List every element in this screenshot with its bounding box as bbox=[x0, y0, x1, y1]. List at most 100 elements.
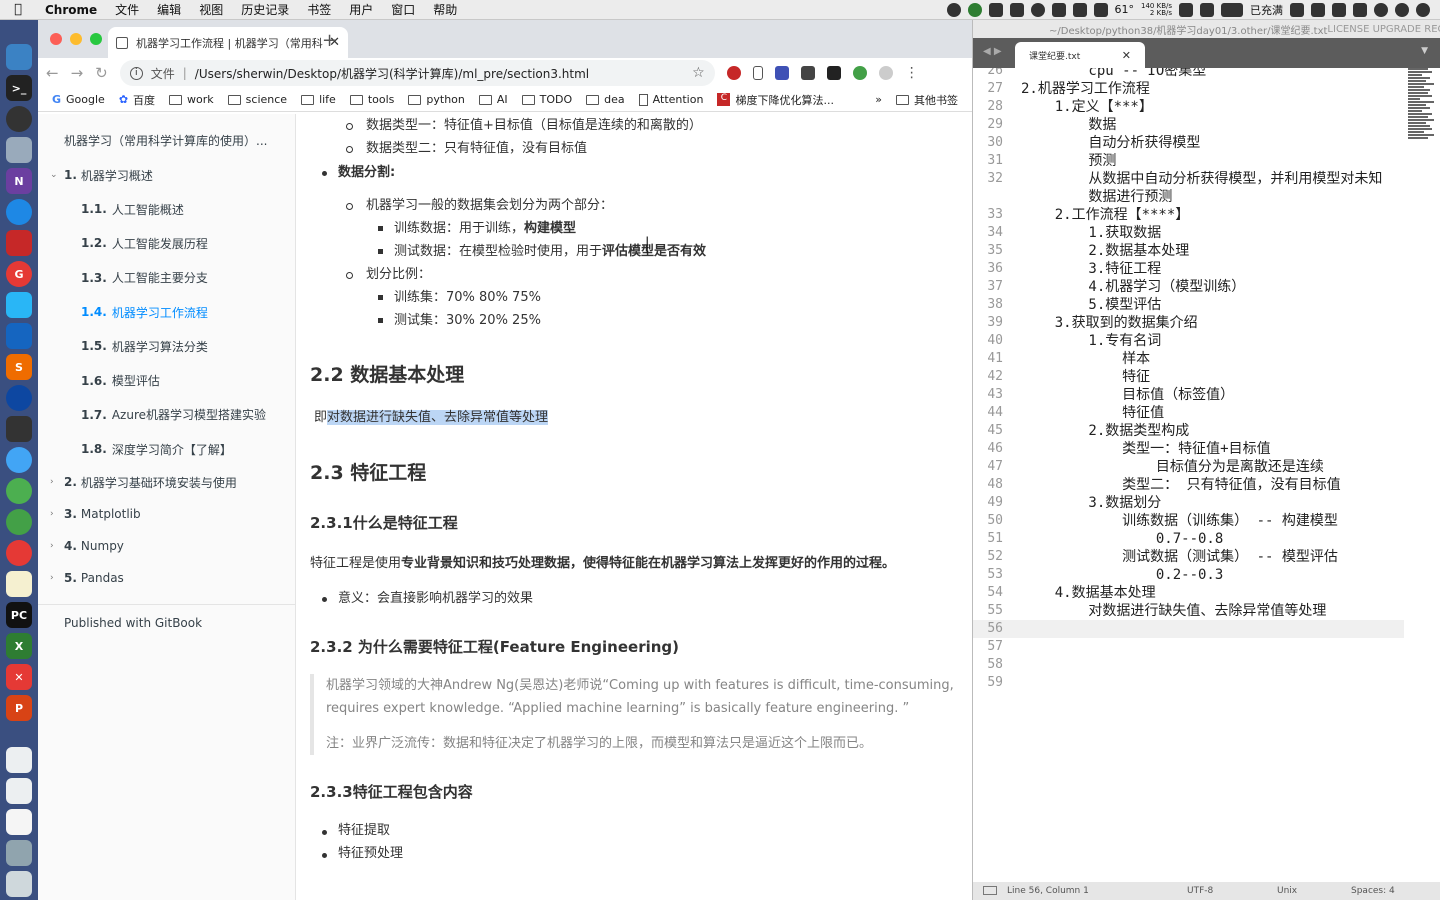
sidebar-item-1-6[interactable]: 1.6. 模型评估 bbox=[38, 363, 295, 397]
safari-icon[interactable] bbox=[6, 447, 32, 473]
chrome-icon[interactable] bbox=[6, 478, 32, 504]
bookmark-folder-todo[interactable]: TODO bbox=[521, 93, 572, 106]
notification-icon[interactable] bbox=[1416, 2, 1430, 17]
code-line[interactable]: 51 0.7--0.8 bbox=[973, 530, 1440, 548]
star-icon[interactable]: ☆ bbox=[692, 65, 705, 81]
status-icon-6[interactable] bbox=[1072, 2, 1087, 17]
code-line[interactable]: 57 bbox=[973, 638, 1440, 656]
bookmark-folder-dea[interactable]: dea bbox=[586, 93, 625, 106]
code-line[interactable]: 29 数据 bbox=[973, 116, 1440, 134]
code-line[interactable]: 31 预测 bbox=[973, 152, 1440, 170]
status-icon-11[interactable] bbox=[1311, 2, 1325, 17]
bookmark-baidu[interactable]: ✿ 百度 bbox=[119, 92, 155, 108]
code-line[interactable]: 28 1.定义【***】 bbox=[973, 98, 1440, 116]
code-line[interactable]: 32 从数据中自动分析获得模型，并利用模型对未知 bbox=[973, 170, 1440, 188]
input-method-icon[interactable] bbox=[1093, 2, 1108, 17]
bookmark-folder-work[interactable]: work bbox=[169, 93, 214, 106]
document-icon-1[interactable] bbox=[6, 747, 32, 773]
bookmark-folder-ai[interactable]: AI bbox=[478, 93, 508, 106]
chapter-1[interactable]: ⌄ 1. 机器学习概述 bbox=[38, 158, 295, 192]
indentation[interactable]: Spaces: 4 bbox=[1351, 886, 1395, 896]
code-line[interactable]: 54 4.数据基本处理 bbox=[973, 584, 1440, 602]
code-line[interactable]: 52 测试数据（测试集） -- 模型评估 bbox=[973, 548, 1440, 566]
app-icon-pen[interactable] bbox=[6, 292, 32, 318]
bookmark-gradient[interactable]: C 梯度下降优化算法... bbox=[717, 92, 834, 108]
chapter-3[interactable]: › 3. Matplotlib bbox=[38, 498, 295, 530]
code-area[interactable]: 26 cpu -- IO密集型 27 2.机器学习工作流程 28 1.定义【***】 2… bbox=[973, 68, 1440, 882]
published-with-gitbook-link[interactable]: Published with GitBook bbox=[38, 605, 295, 641]
search-icon[interactable] bbox=[1374, 2, 1388, 17]
tab-nav-arrows-icon[interactable]: ◀ ▶ bbox=[983, 46, 1002, 57]
editor-tab[interactable]: 课堂纪要.txt ✕ bbox=[1015, 42, 1145, 68]
apple-icon[interactable]:  bbox=[0, 2, 36, 17]
extension-icon-jh[interactable] bbox=[774, 66, 789, 80]
status-icon-2[interactable] bbox=[967, 2, 982, 17]
status-icon-10[interactable] bbox=[1290, 2, 1304, 17]
reload-icon[interactable]: ↻ bbox=[95, 64, 108, 82]
sidebar-item-1-8[interactable]: 1.8. 深度学习简介【了解】 bbox=[38, 432, 295, 466]
obs-icon[interactable] bbox=[6, 106, 32, 132]
code-line[interactable]: 38 5.模型评估 bbox=[973, 296, 1440, 314]
code-line[interactable]: 36 3.特征工程 bbox=[973, 260, 1440, 278]
sidebar-item-1-2[interactable]: 1.2. 人工智能发展历程 bbox=[38, 226, 295, 260]
chapter-5[interactable]: › 5. Pandas bbox=[38, 562, 295, 594]
menu-app[interactable]: Chrome bbox=[36, 3, 106, 17]
chevron-down-icon[interactable]: ⌄ bbox=[50, 170, 64, 180]
status-icon-9[interactable] bbox=[1221, 2, 1243, 17]
bookmark-google[interactable]: G Google bbox=[52, 93, 105, 106]
code-line[interactable]: 41 样本 bbox=[973, 350, 1440, 368]
code-line[interactable]: 53 0.2--0.3 bbox=[973, 566, 1440, 584]
sidebar-item-1-7[interactable]: 1.7. Azure机器学习模型搭建实验 bbox=[38, 398, 295, 432]
menu-kebab-icon[interactable]: ⋮ bbox=[905, 65, 919, 81]
bookmark-attention[interactable]: Attention bbox=[638, 93, 703, 106]
code-line[interactable]: 26 cpu -- IO密集型 bbox=[973, 68, 1440, 80]
bookmark-folder-tools[interactable]: tools bbox=[349, 93, 394, 106]
zoom-window-button[interactable] bbox=[90, 33, 102, 45]
extension-icon-1[interactable] bbox=[726, 66, 741, 80]
siri-icon[interactable] bbox=[1395, 2, 1409, 17]
sidebar-item-1-4-active[interactable]: 1.4. 机器学习工作流程 bbox=[38, 295, 295, 329]
code-line[interactable]: 40 1.专有名词 bbox=[973, 332, 1440, 350]
code-line[interactable]: 46 类型一：特征值+目标值 bbox=[973, 440, 1440, 458]
tab-dropdown-icon[interactable]: ▼ bbox=[1421, 46, 1428, 56]
chapter-2[interactable]: › 2. 机器学习基础环境安装与使用 bbox=[38, 466, 295, 498]
document-icon-2[interactable] bbox=[6, 778, 32, 804]
screenshot-icon[interactable] bbox=[6, 840, 32, 866]
sidebar-item-1-3[interactable]: 1.3. 人工智能主要分支 bbox=[38, 261, 295, 295]
battery-status[interactable]: 已充满 bbox=[1250, 2, 1283, 18]
trash-icon[interactable] bbox=[6, 871, 32, 897]
status-icon-3[interactable] bbox=[1009, 2, 1024, 17]
bookmark-folder-other[interactable]: 其他书签 bbox=[896, 92, 958, 108]
code-line[interactable]: 45 2.数据类型构成 bbox=[973, 422, 1440, 440]
app-icon-g[interactable]: G bbox=[6, 261, 32, 287]
code-line[interactable]: 55 对数据进行缺失值、去除异常值等处理 bbox=[973, 602, 1440, 620]
document-icon-3[interactable] bbox=[6, 809, 32, 835]
bookmark-folder-science[interactable]: science bbox=[227, 93, 287, 106]
app-icon-red[interactable] bbox=[6, 230, 32, 256]
bookmark-folder-python[interactable]: python bbox=[408, 93, 465, 106]
address-bar[interactable]: i 文件 | /Users/sherwin/Desktop/机器学习(科学计算库… bbox=[119, 60, 715, 86]
url-text[interactable]: /Users/sherwin/Desktop/机器学习(科学计算库)/ml_pr… bbox=[195, 65, 589, 82]
code-line[interactable]: 数据进行预测 bbox=[973, 188, 1440, 206]
selected-text[interactable]: 对数据进行缺失值、去除异常值等处理 bbox=[327, 410, 549, 425]
preview-icon[interactable] bbox=[6, 137, 32, 163]
extension-icon-x[interactable] bbox=[800, 66, 815, 80]
menu-bookmarks[interactable]: 书签 bbox=[298, 1, 340, 18]
excel-icon[interactable]: X bbox=[6, 633, 32, 659]
code-line[interactable]: 44 特征值 bbox=[973, 404, 1440, 422]
profile-avatar[interactable] bbox=[878, 66, 893, 80]
close-tab-icon[interactable]: ✕ bbox=[1122, 49, 1131, 62]
encoding[interactable]: UTF-8 bbox=[1187, 886, 1213, 896]
pycharm-icon[interactable]: PC bbox=[6, 602, 32, 628]
status-icon-4[interactable] bbox=[1030, 2, 1045, 17]
code-line[interactable]: 30 自动分析获得模型 bbox=[973, 134, 1440, 152]
terminal-icon[interactable]: >_ bbox=[6, 75, 32, 101]
bookmarks-overflow[interactable]: » bbox=[875, 93, 882, 106]
status-icon-7[interactable] bbox=[1179, 2, 1193, 17]
line-endings[interactable]: Unix bbox=[1277, 886, 1297, 896]
code-line[interactable]: 58 bbox=[973, 656, 1440, 674]
code-line[interactable]: 48 类型二： 只有特征值，没有目标值 bbox=[973, 476, 1440, 494]
code-line[interactable]: 49 3.数据划分 bbox=[973, 494, 1440, 512]
browser-tab[interactable]: 机器学习工作流程 | 机器学习（常用科学计算库的使用） ✕ bbox=[108, 27, 348, 58]
code-line[interactable]: 33 2.工作流程【****】 bbox=[973, 206, 1440, 224]
